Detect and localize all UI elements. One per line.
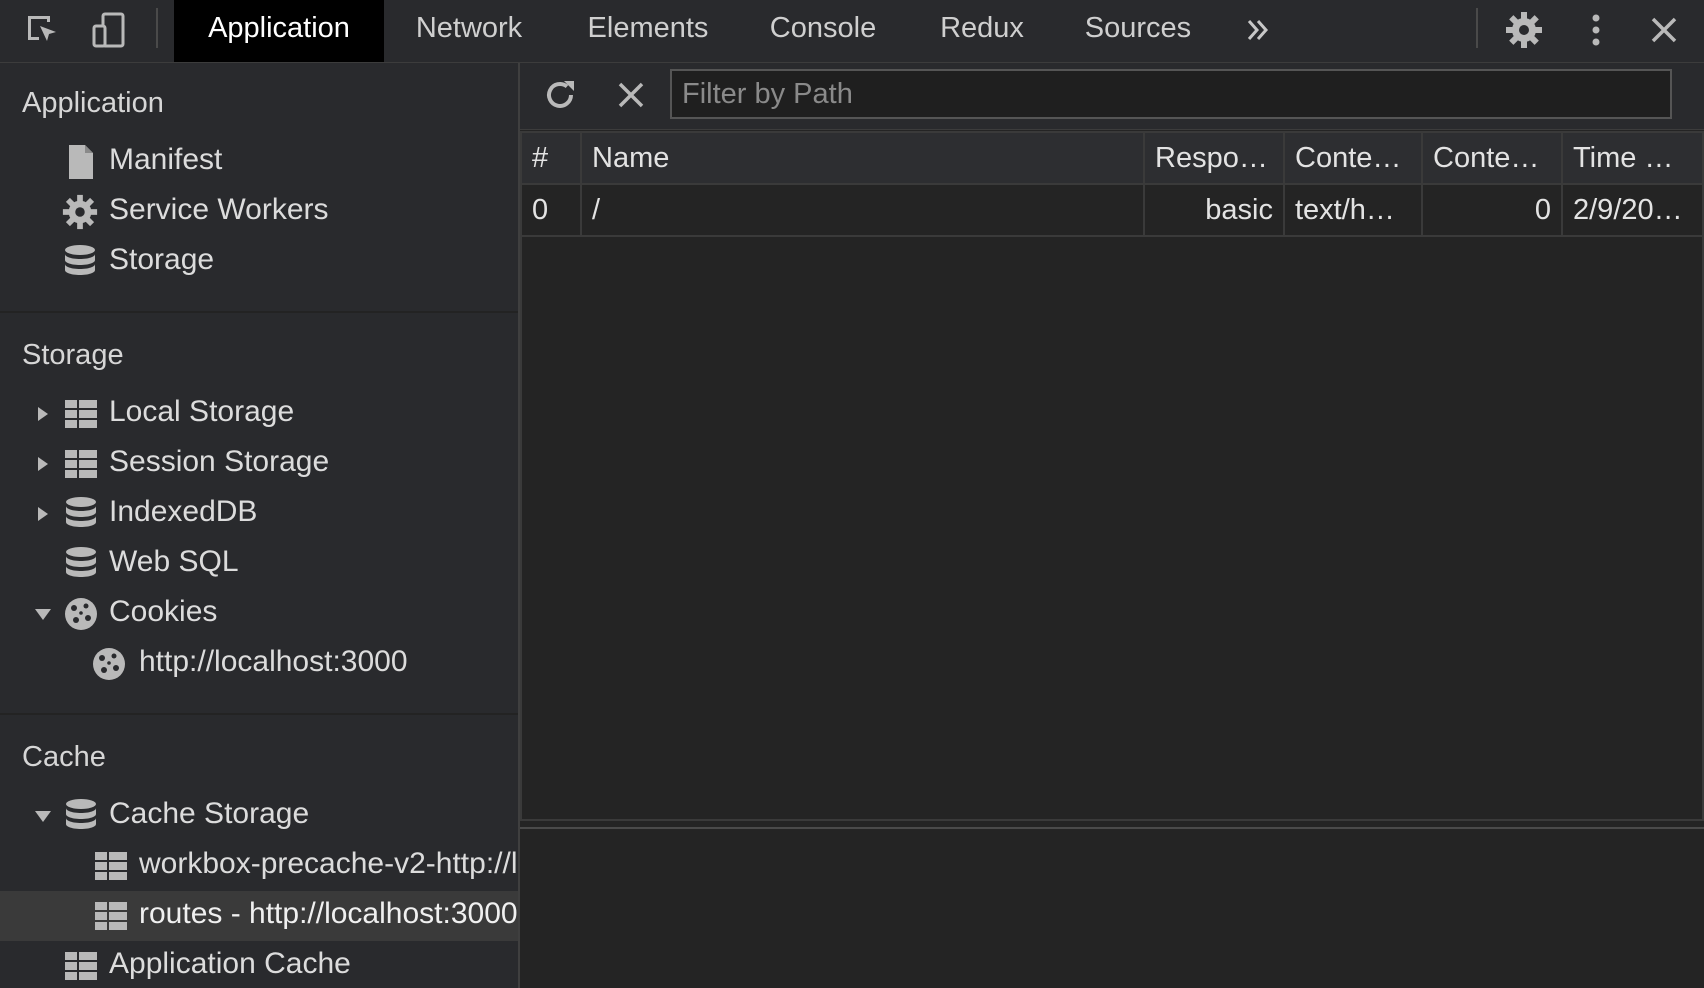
cell-content-length: 0 [1423, 185, 1563, 235]
column-header-index[interactable]: # [522, 133, 582, 183]
column-header-time-cached[interactable]: Time … [1563, 133, 1702, 183]
sidebar-item-workbox-precache[interactable]: workbox-precache-v2-http://localhost:300… [0, 841, 518, 891]
table-icon [65, 400, 97, 428]
chevron-double-right-icon[interactable] [1236, 8, 1280, 52]
database-icon [65, 245, 95, 275]
section-title-cache: Cache [22, 741, 106, 773]
column-header-content-type[interactable]: Conte… [1285, 133, 1423, 183]
sidebar-item-local-storage[interactable]: Local Storage [0, 389, 518, 439]
devtools-toolbar: Application Network Elements Console Red… [0, 0, 1704, 63]
inspect-element-icon[interactable] [20, 8, 64, 52]
sidebar-item-manifest[interactable]: Manifest [0, 137, 518, 187]
table-icon [65, 952, 97, 980]
sidebar-item-label: Manifest [109, 143, 223, 176]
sidebar-item-cookie-origin[interactable]: http://localhost:3000 [0, 639, 518, 689]
sidebar-item-label: Storage [109, 243, 215, 276]
close-icon[interactable] [1642, 8, 1686, 52]
sidebar-item-storage[interactable]: Storage [0, 237, 518, 287]
expand-arrow-icon[interactable] [34, 505, 52, 523]
sidebar-item-label: routes - http://localhost:3000 [139, 897, 518, 930]
sidebar-item-label: Service Workers [109, 193, 329, 226]
tab-network[interactable]: Network [404, 0, 534, 62]
clear-icon[interactable] [614, 78, 648, 112]
cell-content-type: text/h… [1285, 185, 1423, 235]
sidebar-item-session-storage[interactable]: Session Storage [0, 439, 518, 489]
tab-console[interactable]: Console [764, 0, 882, 62]
table-row[interactable]: 0 / basic text/h… 0 2/9/20… [522, 185, 1702, 237]
tab-elements[interactable]: Elements [578, 0, 718, 62]
sidebar-item-label: Cache Storage [109, 797, 310, 830]
sidebar-item-indexeddb[interactable]: IndexedDB [0, 489, 518, 539]
sidebar-item-label: http://localhost:3000 [139, 645, 408, 678]
collapse-arrow-icon[interactable] [34, 605, 52, 623]
tab-redux[interactable]: Redux [932, 0, 1032, 62]
document-icon [69, 145, 93, 179]
column-header-response-type[interactable]: Respo… [1145, 133, 1285, 183]
sidebar: Application Manifest Service Workers Sto… [0, 63, 520, 988]
sidebar-item-label: Web SQL [109, 545, 239, 578]
device-toolbar-icon[interactable] [88, 8, 132, 52]
toolbar-divider [1476, 8, 1478, 48]
refresh-icon[interactable] [540, 75, 580, 115]
cookie-icon [93, 648, 125, 680]
database-icon [66, 497, 96, 527]
expand-arrow-icon[interactable] [34, 455, 52, 473]
sidebar-item-label: Cookies [109, 595, 218, 628]
tab-application[interactable]: Application [174, 0, 384, 62]
sidebar-item-label: workbox-precache-v2-http://localhost:300… [139, 847, 518, 880]
table-icon [65, 450, 97, 478]
sidebar-item-application-cache[interactable]: Application Cache [0, 941, 518, 988]
column-header-name[interactable]: Name [582, 133, 1145, 183]
cookie-icon [65, 598, 97, 630]
sidebar-item-label: Session Storage [109, 445, 330, 478]
sidebar-item-label: IndexedDB [109, 495, 258, 528]
expand-arrow-icon[interactable] [34, 405, 52, 423]
cell-time-cached: 2/9/20… [1573, 194, 1683, 226]
database-icon [66, 799, 96, 829]
table-header: # Name Respo… Conte… Conte… Time … [522, 133, 1702, 185]
table-icon [95, 902, 127, 930]
cache-storage-panel: # Name Respo… Conte… Conte… Time … 0 / b… [520, 63, 1704, 988]
section-divider [0, 713, 518, 715]
toolbar-divider [156, 8, 158, 48]
section-title-application: Application [22, 87, 164, 119]
cache-entries-table: # Name Respo… Conte… Conte… Time … 0 / b… [520, 131, 1704, 821]
kebab-menu-icon[interactable] [1574, 8, 1618, 52]
section-title-storage: Storage [22, 339, 124, 371]
database-icon [66, 547, 96, 577]
cell-response-type: basic [1145, 185, 1285, 235]
sidebar-item-routes-cache[interactable]: routes - http://localhost:3000 [0, 891, 518, 941]
sidebar-item-cookies[interactable]: Cookies [0, 589, 518, 639]
cell-name: / [582, 185, 1145, 235]
table-icon [95, 852, 127, 880]
gear-icon[interactable] [1502, 8, 1546, 52]
column-header-content-length[interactable]: Conte… [1423, 133, 1563, 183]
gear-icon [62, 194, 98, 230]
sidebar-item-web-sql[interactable]: Web SQL [0, 539, 518, 589]
filter-by-path-input[interactable] [670, 69, 1672, 119]
sidebar-item-service-workers[interactable]: Service Workers [0, 187, 518, 237]
sidebar-item-label: Application Cache [109, 947, 351, 980]
collapse-arrow-icon[interactable] [34, 807, 52, 825]
cell-index: 0 [522, 185, 582, 235]
preview-pane [520, 829, 1704, 988]
sidebar-item-cache-storage[interactable]: Cache Storage [0, 791, 518, 841]
section-divider [0, 311, 518, 313]
sidebar-item-label: Local Storage [109, 395, 295, 428]
tab-sources[interactable]: Sources [1080, 0, 1196, 62]
cache-toolbar [520, 63, 1704, 130]
